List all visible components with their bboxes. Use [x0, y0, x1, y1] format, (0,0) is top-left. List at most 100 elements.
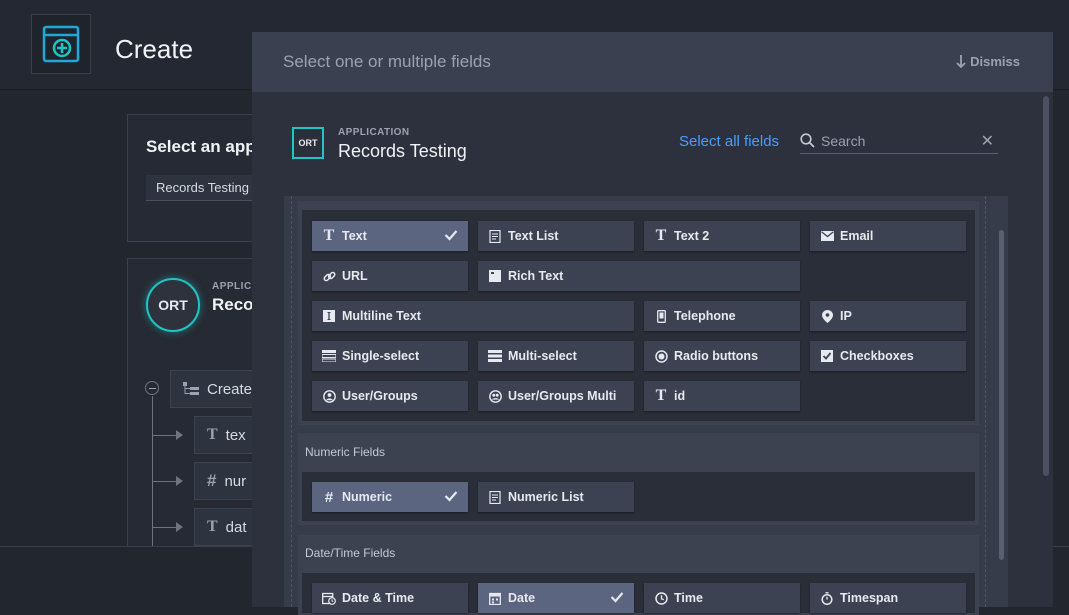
calendar-clock-icon	[321, 590, 337, 606]
dismiss-button[interactable]: Dismiss	[956, 54, 1020, 69]
field-chip-label: Telephone	[674, 309, 736, 323]
field-chip-label: Text 2	[674, 229, 710, 243]
field-chip-label: Text List	[508, 229, 559, 243]
field-chip-label: Multiline Text	[342, 309, 421, 323]
field-chip-label: Text	[342, 229, 367, 243]
hash-icon: #	[207, 471, 217, 490]
tree-item-text[interactable]: T tex	[194, 416, 260, 454]
field-chip-label: Date & Time	[342, 591, 415, 605]
field-chip-user-groups-multi[interactable]: User/Groups Multi	[478, 381, 634, 411]
field-chip-label: Checkboxes	[840, 349, 914, 363]
field-chip-text[interactable]: T Text	[312, 221, 468, 251]
field-chip-single-select[interactable]: Single-select	[312, 341, 468, 371]
select-app-label: Select an app	[146, 137, 256, 156]
field-chip-date[interactable]: Date	[478, 583, 634, 613]
multiline-icon	[321, 308, 337, 324]
field-chip-text-list[interactable]: Text List	[478, 221, 634, 251]
field-chip-label: User/Groups	[342, 389, 418, 403]
tree-item-numeric[interactable]: # nur	[194, 462, 260, 500]
tree-item-date[interactable]: T dat	[194, 508, 260, 546]
page-title: Create	[115, 34, 194, 64]
text-t-icon: T	[207, 426, 218, 443]
hierarchy-icon	[183, 382, 199, 395]
field-chip-date-time[interactable]: Date & Time	[312, 583, 468, 613]
clock-icon	[653, 590, 669, 606]
section-title: Date/Time Fields	[305, 546, 396, 560]
field-chip-user-groups[interactable]: User/Groups	[312, 381, 468, 411]
single-select-icon	[321, 348, 337, 364]
field-chip-label: Single-select	[342, 349, 420, 363]
field-chip-label: Numeric	[342, 490, 393, 504]
search-input[interactable]	[821, 132, 971, 149]
radio-icon	[653, 348, 669, 364]
arrow-right-icon	[176, 430, 183, 440]
field-chip-multiline-text[interactable]: Multiline Text	[312, 301, 634, 331]
app-type-label: APPLICATION	[338, 127, 410, 138]
field-chip-ip[interactable]: IP	[810, 301, 966, 331]
checkbox-icon	[819, 348, 835, 364]
field-chip-rich-text[interactable]: Rich Text	[478, 261, 800, 291]
tree-item-label: dat	[225, 518, 247, 536]
create-app-icon	[31, 14, 91, 74]
app-badge: ORT	[146, 278, 200, 332]
field-picker-header: Select one or multiple fields Dismiss	[252, 32, 1053, 92]
stopwatch-icon	[819, 590, 835, 606]
text-t-icon: T	[207, 518, 218, 535]
search-icon	[800, 133, 815, 148]
field-chip-label: URL	[342, 269, 368, 283]
field-chip-text-2[interactable]: T Text 2	[644, 221, 800, 251]
users-icon	[487, 388, 503, 404]
tree-connector	[152, 396, 153, 546]
app-badge: ORT	[292, 127, 324, 159]
field-chip-checkboxes[interactable]: Checkboxes	[810, 341, 966, 371]
modal-scrollbar[interactable]	[1043, 96, 1049, 476]
select-all-fields-link[interactable]: Select all fields	[679, 133, 779, 150]
phone-icon	[653, 308, 669, 324]
field-chip-multi-select[interactable]: Multi-select	[478, 341, 634, 371]
field-chip-label: Email	[840, 229, 874, 243]
user-icon	[321, 388, 337, 404]
calendar-icon	[487, 590, 503, 606]
field-chip-label: Rich Text	[508, 269, 564, 283]
dismiss-label: Dismiss	[970, 54, 1020, 69]
field-chip-timespan[interactable]: Timespan	[810, 583, 966, 613]
arrow-right-icon	[176, 522, 183, 532]
field-chip-label: id	[674, 389, 686, 403]
collapse-icon[interactable]	[145, 381, 159, 395]
link-icon	[321, 268, 337, 284]
dashed-guide	[291, 196, 292, 607]
field-chip-label: IP	[840, 309, 852, 323]
field-chip-label: Date	[508, 591, 536, 605]
field-chip-telephone[interactable]: Telephone	[644, 301, 800, 331]
arrow-right-icon	[176, 476, 183, 486]
field-chip-numeric[interactable]: # Numeric	[312, 482, 468, 512]
field-chip-email[interactable]: Email	[810, 221, 966, 251]
field-chip-label: Multi-select	[508, 349, 577, 363]
clear-search-icon[interactable]: ✕	[981, 131, 994, 151]
tree-item-label: Create	[207, 380, 253, 398]
field-chip-time[interactable]: Time	[644, 583, 800, 613]
text-t-icon: T	[323, 227, 335, 244]
field-chip-url[interactable]: URL	[312, 261, 468, 291]
rich-text-icon	[487, 268, 503, 284]
hash-icon: #	[324, 488, 334, 506]
text-t-icon: T	[655, 387, 667, 404]
text-list-icon	[487, 228, 503, 244]
arrow-down-icon	[956, 55, 966, 68]
field-chip-label: User/Groups Multi	[508, 389, 617, 403]
field-chip-label: Timespan	[840, 591, 899, 605]
field-chip-id[interactable]: Tid	[644, 381, 800, 411]
field-chip-label: Numeric List	[508, 490, 584, 504]
app-name: Records Testing	[338, 141, 467, 161]
tree-item-label: nur	[224, 472, 247, 490]
search-box: ✕	[800, 128, 998, 154]
field-chip-label: Radio buttons	[674, 349, 759, 363]
tree-item-create[interactable]: Create	[170, 370, 260, 408]
ip-icon	[819, 308, 835, 324]
add-window-icon	[42, 25, 80, 63]
dashed-guide	[985, 196, 986, 607]
field-chip-numeric-list[interactable]: Numeric List	[478, 482, 634, 512]
fields-scrollbar[interactable]	[999, 230, 1004, 560]
field-chip-label: Time	[674, 591, 703, 605]
field-chip-radio-buttons[interactable]: Radio buttons	[644, 341, 800, 371]
